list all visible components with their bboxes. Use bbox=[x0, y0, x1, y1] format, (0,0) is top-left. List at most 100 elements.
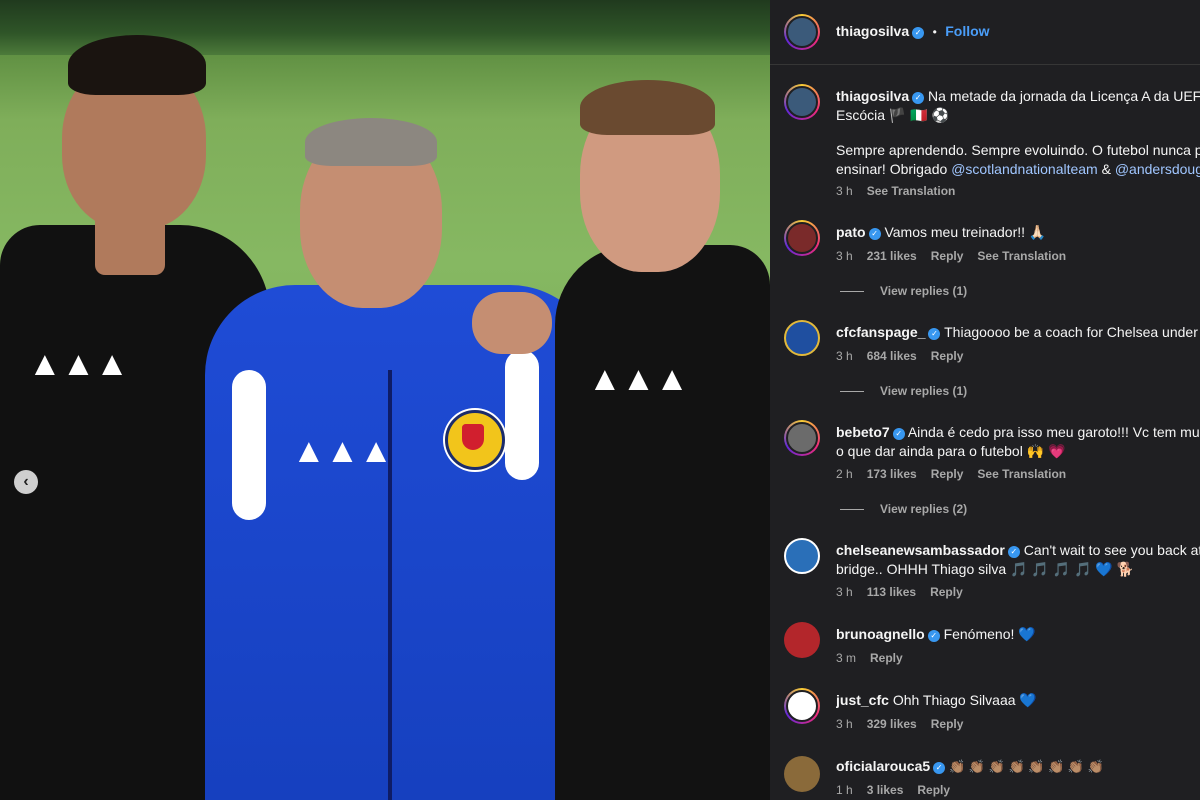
post-image: ▲▲▲ ▲▲▲ ▲▲▲ ‹ bbox=[0, 0, 770, 800]
caption-line-3: Sempre aprendendo. Sempre evoluindo. O f… bbox=[836, 142, 1200, 158]
comment-avatar[interactable] bbox=[784, 756, 820, 792]
verified-icon: ✓ bbox=[1007, 546, 1020, 558]
comment-row: cfcfanspage_ ✓ Thiagoooo be a coach for C… bbox=[836, 323, 1200, 342]
comment-text: Can't wait to see you back at th bbox=[1023, 542, 1200, 558]
likes-count[interactable]: 3 likes bbox=[867, 783, 904, 797]
caption-line-1: thiagosilva ✓ Na metade da jornada da Lic… bbox=[836, 87, 1200, 106]
likes-count[interactable]: 684 likes bbox=[867, 349, 917, 363]
comment-username[interactable]: pato bbox=[836, 224, 866, 240]
person-right-hair bbox=[580, 80, 715, 135]
comment-avatar[interactable] bbox=[784, 320, 820, 356]
comment-username[interactable]: chelseanewsambassador bbox=[836, 542, 1005, 558]
comment-text: 👏🏽 👏🏽 👏🏽 👏🏽 👏🏽 👏🏽 👏🏽 👏🏽 bbox=[949, 759, 1104, 774]
comment-row: just_cfc Ohh Thiago Silvaaa 💙 bbox=[836, 691, 1200, 710]
reply-button[interactable]: Reply bbox=[917, 783, 950, 797]
timestamp: 3 h bbox=[836, 249, 853, 263]
caption-meta: 3 h See Translation bbox=[836, 184, 969, 198]
person-middle-hair bbox=[305, 118, 437, 166]
timestamp: 3 h bbox=[836, 184, 853, 198]
comment-row: chelseanewsambassador ✓ Can't wait to see… bbox=[836, 541, 1200, 560]
comment-row-continued: bridge.. OHHH Thiago silva 🎵 🎵 🎵 🎵 💙 🐕 bbox=[836, 561, 1135, 577]
reply-button[interactable]: Reply bbox=[931, 249, 964, 263]
comment-meta: 1 h 3 likes Reply bbox=[836, 783, 964, 797]
post-header: thiagosilva ✓ • Follow bbox=[770, 0, 1200, 65]
reply-button[interactable]: Reply bbox=[870, 651, 903, 665]
caption-username[interactable]: thiagosilva bbox=[836, 88, 909, 104]
likes-count[interactable]: 329 likes bbox=[867, 717, 917, 731]
caption-author-avatar[interactable] bbox=[784, 84, 820, 120]
caption-text: ensinar! Obrigado bbox=[836, 161, 952, 177]
separator-dot: • bbox=[932, 25, 937, 39]
comments-panel: thiagosilva ✓ • Follow thiagosilva ✓ Na me… bbox=[770, 0, 1200, 800]
see-translation-link[interactable]: See Translation bbox=[867, 184, 956, 198]
comment-avatar[interactable] bbox=[784, 220, 820, 256]
timestamp: 3 m bbox=[836, 651, 857, 665]
see-translation-link[interactable]: See Translation bbox=[977, 467, 1066, 481]
comment-meta: 3 m Reply bbox=[836, 651, 917, 665]
view-replies-label: View replies (2) bbox=[880, 502, 968, 516]
reply-button[interactable]: Reply bbox=[931, 717, 964, 731]
caption-amp: & bbox=[1097, 161, 1115, 177]
comment-row-continued: o que dar ainda para o futebol 🙌 💗 bbox=[836, 443, 1066, 459]
likes-count[interactable]: 173 likes bbox=[867, 467, 917, 481]
verified-icon: ✓ bbox=[912, 27, 925, 39]
view-replies-button[interactable]: View replies (1) bbox=[840, 384, 967, 398]
person-left-neck bbox=[95, 200, 165, 275]
comment-meta: 3 h 329 likes Reply bbox=[836, 717, 977, 731]
comment-meta: 2 h 173 likes Reply See Translation bbox=[836, 467, 1080, 481]
comment-username[interactable]: cfcfanspage_ bbox=[836, 324, 925, 340]
timestamp: 1 h bbox=[836, 783, 853, 797]
comment-username[interactable]: bebeto7 bbox=[836, 424, 890, 440]
verified-icon: ✓ bbox=[933, 762, 946, 774]
adidas-logo-left: ▲▲▲ bbox=[28, 345, 129, 383]
timestamp: 3 h bbox=[836, 349, 853, 363]
caption-text: Na metade da jornada da Licença A da UEF… bbox=[928, 88, 1200, 104]
see-translation-link[interactable]: See Translation bbox=[977, 249, 1066, 263]
comment-avatar[interactable] bbox=[784, 622, 820, 658]
reply-button[interactable]: Reply bbox=[931, 349, 964, 363]
reply-button[interactable]: Reply bbox=[930, 585, 963, 599]
hand-on-shoulder bbox=[472, 292, 552, 354]
view-replies-label: View replies (1) bbox=[880, 384, 968, 398]
comment-text: Ohh Thiago Silvaaa 💙 bbox=[892, 692, 1037, 708]
caption-line-4: ensinar! Obrigado @scotlandnationalteam … bbox=[836, 160, 1200, 179]
comment-text: Thiagoooo be a coach for Chelsea under X bbox=[944, 324, 1200, 340]
follow-button[interactable]: Follow bbox=[945, 23, 989, 39]
comment-meta: 3 h 684 likes Reply bbox=[836, 349, 977, 363]
caption-line-2: Escócia 🏴 🇮🇹 ⚽ bbox=[836, 107, 949, 123]
comment-avatar[interactable] bbox=[784, 688, 820, 724]
timestamp: 3 h bbox=[836, 717, 853, 731]
comment-text: Vamos meu treinador!! 🙏🏻 bbox=[884, 224, 1047, 240]
person-middle-jacket bbox=[205, 285, 600, 800]
verified-icon: ✓ bbox=[927, 630, 940, 642]
verified-icon: ✓ bbox=[928, 328, 941, 340]
comment-username[interactable]: oficialarouca5 bbox=[836, 758, 930, 774]
person-left-hair bbox=[68, 35, 206, 95]
view-replies-button[interactable]: View replies (1) bbox=[840, 284, 967, 298]
timestamp: 3 h bbox=[836, 585, 853, 599]
scotland-crest bbox=[445, 410, 505, 470]
likes-count[interactable]: 113 likes bbox=[867, 585, 916, 599]
carousel-prev-button[interactable]: ‹ bbox=[14, 470, 38, 494]
comment-avatar[interactable] bbox=[784, 538, 820, 574]
comment-username[interactable]: just_cfc bbox=[836, 692, 889, 708]
comment-meta: 3 h 113 likes Reply bbox=[836, 585, 977, 599]
adidas-logo-right: ▲▲▲ bbox=[588, 360, 689, 398]
adidas-logo-middle: ▲▲▲ bbox=[292, 432, 393, 470]
post-author-avatar[interactable] bbox=[784, 14, 820, 50]
comment-text: Fenómeno! 💙 bbox=[943, 626, 1036, 642]
likes-count[interactable]: 231 likes bbox=[867, 249, 917, 263]
comment-row: oficialarouca5 ✓ 👏🏽 👏🏽 👏🏽 👏🏽 👏🏽 👏🏽 👏🏽 👏🏽 bbox=[836, 757, 1200, 776]
mention-link[interactable]: @scotlandnationalteam bbox=[951, 161, 1098, 177]
view-replies-label: View replies (1) bbox=[880, 284, 968, 298]
post-author-username[interactable]: thiagosilva bbox=[836, 23, 909, 39]
jacket-stripe-right bbox=[505, 350, 539, 480]
view-replies-button[interactable]: View replies (2) bbox=[840, 502, 967, 516]
comment-avatar[interactable] bbox=[784, 420, 820, 456]
comment-row: bebeto7 ✓ Ainda é cedo pra isso meu garot… bbox=[836, 423, 1200, 442]
comment-row: pato ✓ Vamos meu treinador!! 🙏🏻 bbox=[836, 223, 1200, 242]
reply-button[interactable]: Reply bbox=[931, 467, 964, 481]
comment-username[interactable]: brunoagnello bbox=[836, 626, 925, 642]
mention-link[interactable]: @andersdoug bbox=[1115, 161, 1200, 177]
person-right-shirt bbox=[555, 245, 770, 800]
